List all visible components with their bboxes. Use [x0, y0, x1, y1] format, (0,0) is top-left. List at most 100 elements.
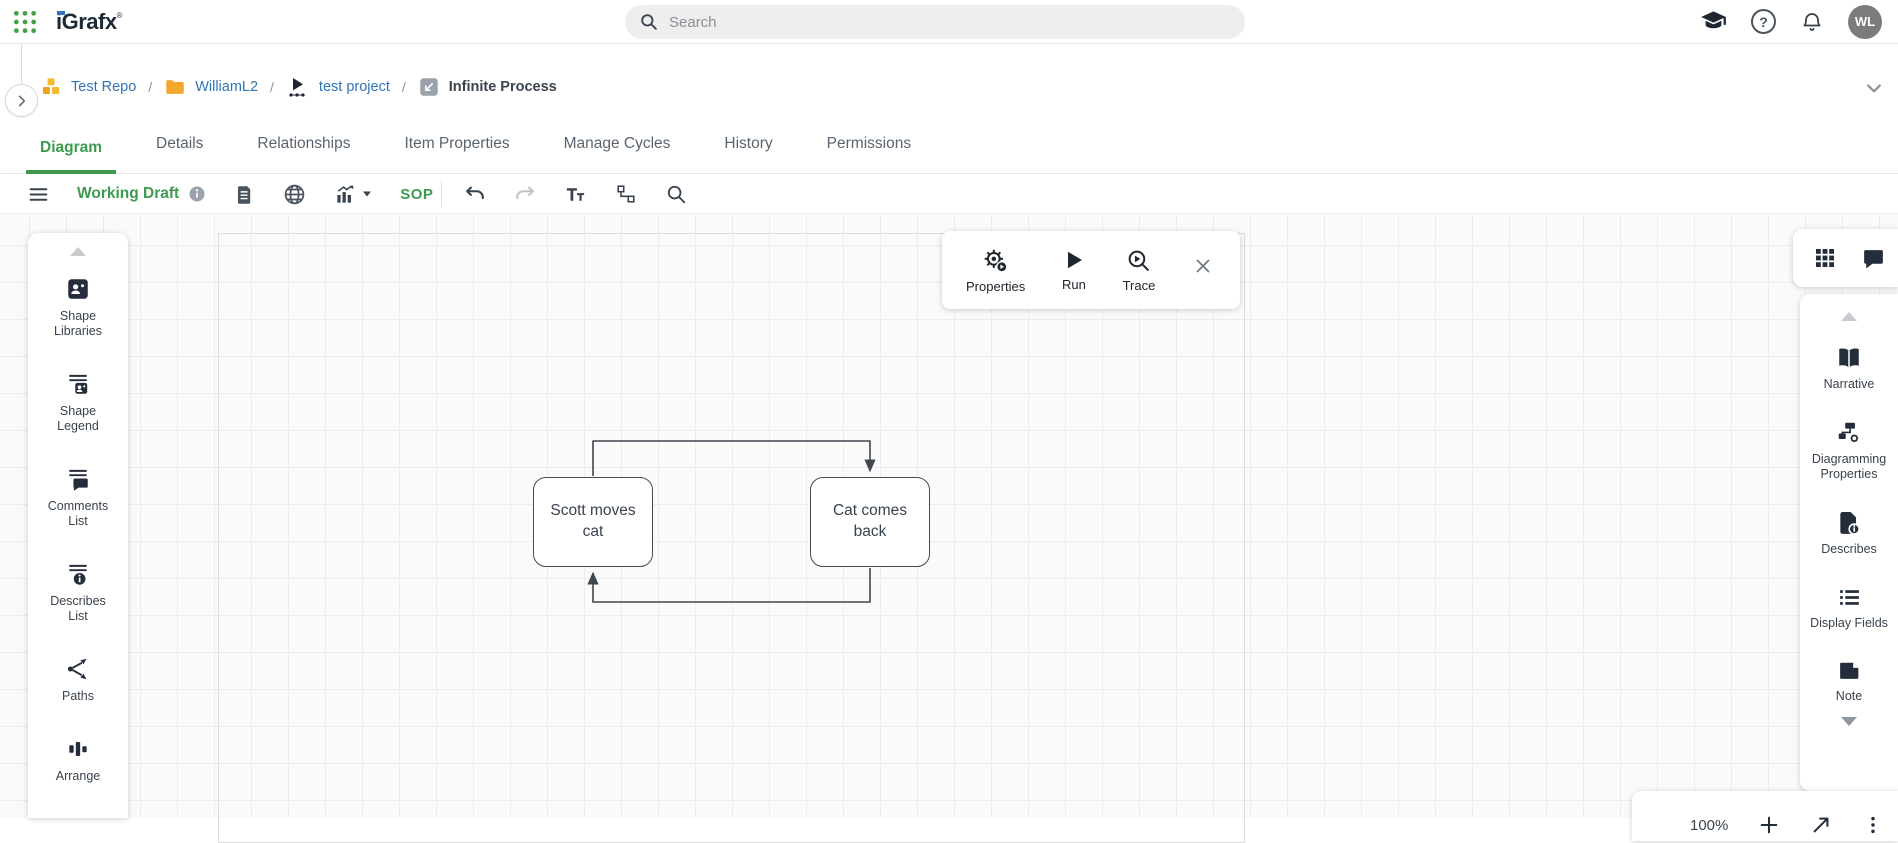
logo-blue-bar	[57, 11, 65, 15]
note-page-icon	[1837, 658, 1862, 683]
comments-list-icon	[65, 466, 91, 492]
paths-share-icon	[65, 656, 91, 682]
describes-list-icon	[65, 561, 91, 587]
caret-down-icon	[362, 190, 372, 198]
zoom-search-icon[interactable]	[665, 183, 687, 205]
globe-language-icon[interactable]	[283, 183, 306, 206]
shape-label: Cat comes back	[823, 501, 917, 543]
apps-grid-icon[interactable]	[10, 7, 40, 37]
shape-cat-comes-back[interactable]: Cat comes back	[810, 477, 930, 567]
sop-button[interactable]: SOP	[400, 186, 433, 203]
tab-relationships[interactable]: Relationships	[243, 135, 364, 174]
notifications-bell-icon[interactable]	[1800, 10, 1824, 34]
dock-item-paths[interactable]: Paths	[42, 656, 114, 704]
document-info-icon	[1836, 510, 1862, 536]
run-button[interactable]: Run	[1062, 248, 1086, 292]
dock-item-narrative[interactable]: Narrative	[1802, 345, 1897, 393]
expand-panel-button[interactable]	[5, 84, 38, 117]
shape-context-toolbar: Properties Run Trace	[942, 231, 1240, 309]
academy-cap-icon[interactable]	[1700, 8, 1727, 35]
breadcrumb-separator: /	[270, 79, 274, 95]
tab-manage-cycles[interactable]: Manage Cycles	[550, 135, 685, 174]
tab-permissions[interactable]: Permissions	[813, 135, 925, 174]
chart-menu[interactable]	[334, 183, 372, 206]
right-dock-mode-switch	[1793, 229, 1898, 287]
play-icon	[1062, 248, 1086, 272]
help-icon[interactable]: ?	[1751, 9, 1776, 34]
dock-item-describes-list[interactable]: Describes List	[42, 561, 114, 624]
zoom-plus-icon[interactable]	[1758, 814, 1780, 836]
process-play-icon	[286, 75, 310, 99]
toolbar-divider	[441, 181, 442, 207]
connector-top[interactable]	[593, 441, 870, 476]
menu-icon[interactable]	[28, 184, 49, 205]
collapse-header-chevron-icon[interactable]	[1864, 78, 1884, 98]
dock-item-arrange[interactable]: Arrange	[42, 736, 114, 784]
breadcrumb-separator: /	[402, 79, 406, 95]
user-avatar[interactable]: WL	[1848, 5, 1882, 39]
properties-button[interactable]: Properties	[966, 247, 1025, 294]
diagram-toolbar: Working Draft SOP	[0, 175, 1898, 214]
dock-item-diagramming-properties[interactable]: Diagramming Properties	[1802, 420, 1897, 483]
search-icon	[639, 12, 659, 32]
undo-icon[interactable]	[464, 183, 486, 205]
breadcrumb-item-repo[interactable]: Test Repo	[40, 76, 136, 98]
breadcrumb: Test Repo / WilliamL2 / test project / I…	[0, 44, 1898, 110]
topbar: iGrafx ® ? WL	[0, 0, 1898, 44]
logo-registered-mark: ®	[117, 11, 123, 20]
diagram-item-icon	[418, 76, 440, 98]
right-dock: Narrative Diagramming Properties Describ…	[1800, 294, 1898, 791]
scroll-up-arrow[interactable]	[1841, 312, 1857, 321]
item-tabs: Diagram Details Relationships Item Prope…	[0, 110, 1898, 174]
scroll-up-arrow[interactable]	[70, 247, 86, 256]
zoom-widget: 100%	[1632, 791, 1898, 841]
folder-icon	[164, 76, 186, 98]
diagram-canvas[interactable]: Scott moves cat Cat comes back Shape Lib…	[0, 214, 1898, 818]
dock-item-shape-libraries[interactable]: Shape Libraries	[42, 276, 114, 339]
global-search[interactable]	[625, 5, 1245, 39]
open-book-icon	[1836, 345, 1862, 371]
dock-item-comments-list[interactable]: Comments List	[42, 466, 114, 529]
panel-divider-line	[21, 44, 22, 84]
repository-cubes-icon	[40, 76, 62, 98]
version-selector[interactable]: Working Draft	[77, 185, 206, 203]
chart-trend-icon	[334, 183, 357, 206]
search-play-icon	[1126, 248, 1151, 273]
kebab-menu-icon[interactable]	[1862, 814, 1884, 836]
dock-item-describes[interactable]: Describes	[1802, 510, 1897, 558]
tab-details[interactable]: Details	[142, 135, 217, 174]
text-format-icon[interactable]	[564, 183, 587, 206]
dock-item-note[interactable]: Note	[1802, 658, 1897, 705]
shape-label: Scott moves cat	[546, 501, 640, 543]
connector-bottom[interactable]	[593, 568, 870, 602]
breadcrumb-item-current: Infinite Process	[418, 76, 557, 98]
search-input[interactable]	[669, 14, 1231, 31]
scroll-down-arrow[interactable]	[1841, 717, 1857, 726]
info-icon[interactable]	[188, 185, 206, 203]
shape-scott-moves-cat[interactable]: Scott moves cat	[533, 477, 653, 567]
tab-diagram[interactable]: Diagram	[26, 139, 116, 174]
grid-view-icon[interactable]	[1813, 246, 1837, 270]
tab-item-properties[interactable]: Item Properties	[390, 135, 523, 174]
dock-item-shape-legend[interactable]: Shape Legend	[42, 371, 114, 434]
breadcrumb-item-folder[interactable]: WilliamL2	[164, 76, 258, 98]
igrafx-logo: iGrafx ®	[56, 9, 123, 35]
breadcrumb-separator: /	[148, 79, 152, 95]
comment-bubble-icon[interactable]	[1861, 246, 1886, 271]
shape-legend-icon	[65, 371, 91, 397]
redo-icon[interactable]	[514, 183, 536, 205]
document-icon[interactable]	[234, 184, 255, 205]
zoom-level: 100%	[1690, 817, 1728, 834]
trace-button[interactable]: Trace	[1123, 248, 1156, 293]
connector-tool-icon[interactable]	[615, 183, 637, 205]
bulleted-list-icon	[1837, 585, 1862, 610]
version-label: Working Draft	[77, 185, 179, 203]
dock-item-display-fields[interactable]: Display Fields	[1802, 585, 1897, 632]
breadcrumb-item-project[interactable]: test project	[286, 75, 390, 99]
flowchart-gear-icon	[1836, 420, 1862, 446]
fit-expand-icon[interactable]	[1810, 814, 1832, 836]
gear-play-icon	[982, 247, 1009, 274]
tab-history[interactable]: History	[710, 135, 786, 174]
close-icon[interactable]	[1192, 255, 1214, 277]
arrange-bars-icon	[65, 736, 91, 762]
